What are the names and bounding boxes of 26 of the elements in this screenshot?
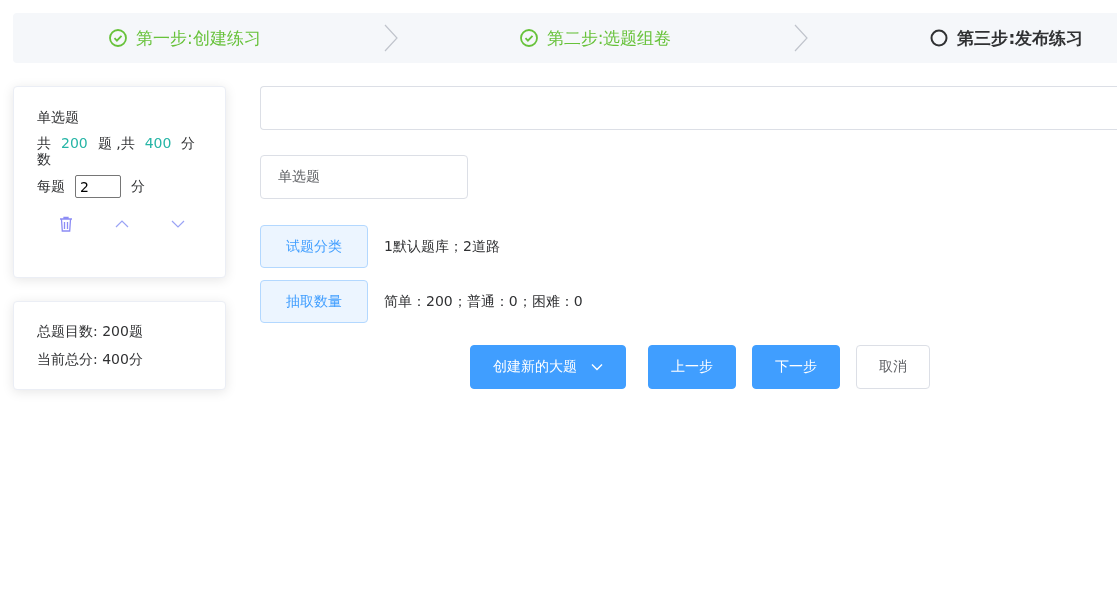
step-button[interactable]: 下一步 (752, 345, 840, 389)
per-label: 每题 (37, 177, 65, 196)
rule-button[interactable]: 试题分类 (260, 225, 368, 268)
caret-icon (591, 363, 603, 371)
question-type: 单选题 (37, 109, 80, 127)
title-input[interactable] (260, 86, 1117, 130)
create-dropdown-button[interactable]: 创建新的大题 (470, 345, 626, 389)
step-label: 第三步:发布练习 (957, 26, 1084, 50)
rule-text: 简单：200；普通：0；困难：0 (384, 292, 583, 311)
chevron-right-icon (793, 24, 810, 52)
chevron-right-icon (382, 24, 399, 52)
rule-text: 1默认题库；2道路 (384, 237, 500, 256)
cancel-button[interactable]: 取消 (856, 345, 930, 389)
step-label: 第一步:创建练习 (136, 26, 261, 50)
chevron-down-icon[interactable] (171, 220, 185, 228)
rule-button[interactable]: 抽取数量 (260, 280, 368, 323)
question-type-input[interactable]: 单选题 (260, 155, 468, 199)
total-count: 总题目数: 200题 (37, 322, 144, 341)
score-input[interactable]: 2 (75, 175, 121, 198)
step-button[interactable]: 上一步 (648, 345, 736, 389)
chevron-up-icon[interactable] (115, 220, 129, 228)
question-summary: 共 200 题 ,共 400 分数 (37, 135, 197, 167)
per-unit: 分 (131, 177, 145, 196)
total-score: 当前总分: 400分 (37, 350, 144, 369)
step-label: 第二步:选题组卷 (546, 26, 672, 50)
trash-icon[interactable] (59, 216, 73, 232)
